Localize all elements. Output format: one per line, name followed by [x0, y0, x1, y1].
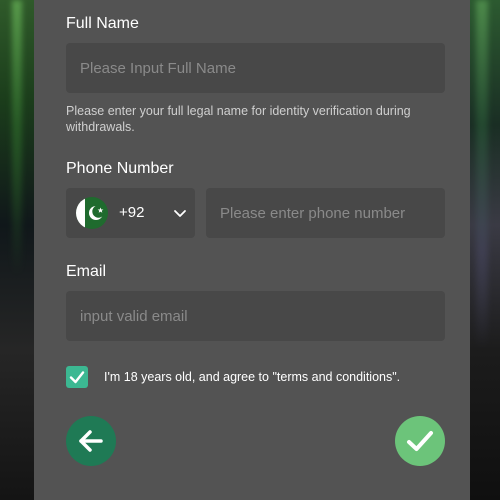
age-terms-label: I'm 18 years old, and agree to "terms an… [104, 370, 401, 384]
arrow-left-icon [79, 430, 103, 452]
submit-button[interactable] [395, 416, 445, 466]
full-name-input[interactable] [80, 59, 445, 77]
full-name-hint: Please enter your full legal name for id… [66, 104, 411, 134]
registration-form-panel: Full Name Please enter your full legal n… [34, 0, 470, 500]
email-field-container [66, 291, 445, 341]
dial-code: +92 [119, 204, 145, 221]
background-left-edge [0, 0, 34, 500]
background-right-edge [470, 0, 500, 500]
age-terms-checkbox[interactable] [66, 366, 88, 388]
email-label: Email [66, 263, 107, 280]
phone-number-label: Phone Number [66, 160, 174, 177]
chevron-down-icon [172, 205, 188, 221]
country-code-select[interactable]: +92 [66, 188, 195, 238]
full-name-label: Full Name [66, 15, 139, 32]
email-input[interactable] [80, 307, 445, 325]
pakistan-flag-icon [76, 197, 108, 229]
full-name-field-container [66, 43, 445, 93]
checkbox-check-icon [69, 371, 85, 384]
phone-number-input[interactable] [220, 204, 445, 222]
back-button[interactable] [66, 416, 116, 466]
checkmark-icon [407, 431, 433, 451]
phone-field-container [206, 188, 445, 238]
